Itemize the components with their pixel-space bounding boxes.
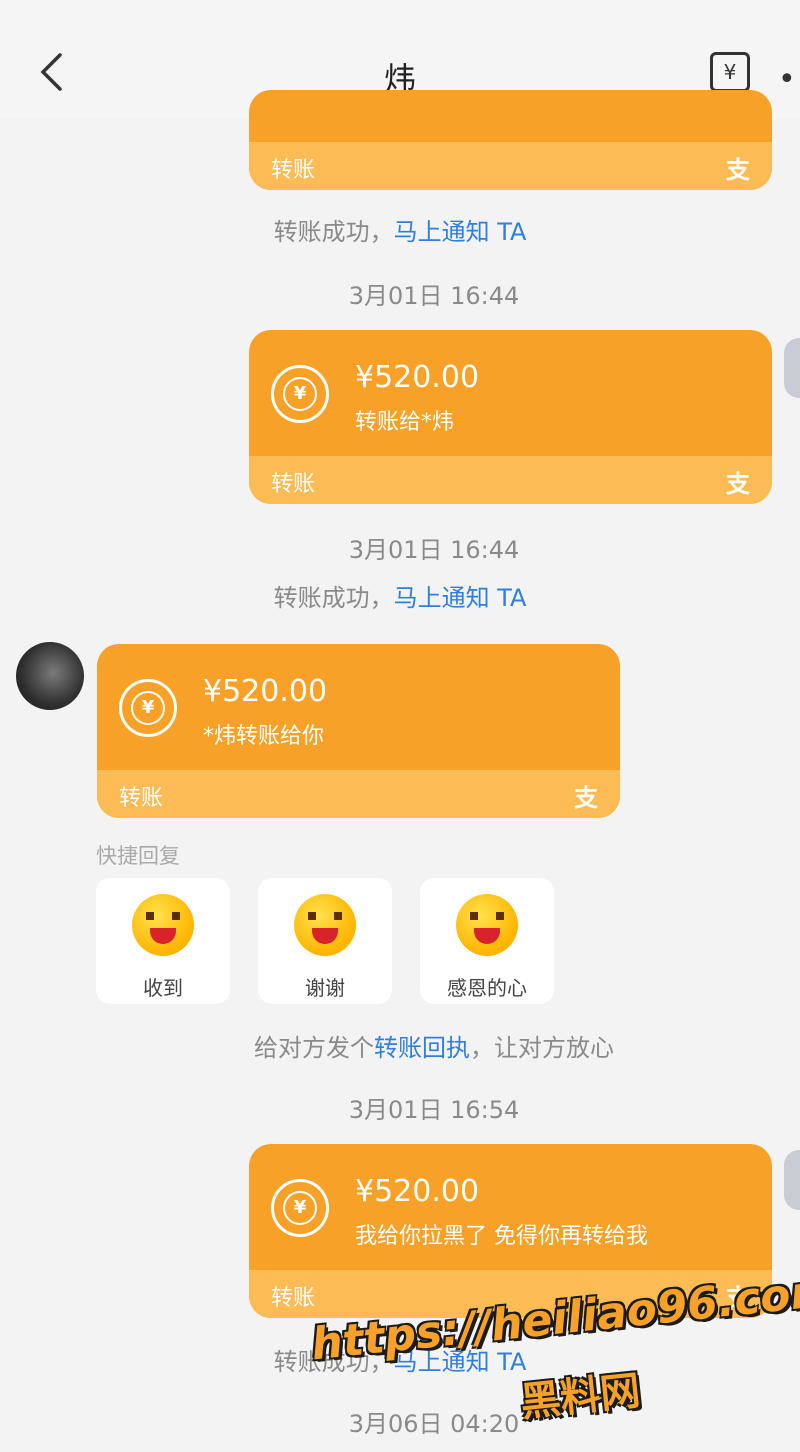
transfer-coin-icon: ¥ bbox=[119, 679, 177, 737]
bubble-footer-label: 转账 bbox=[119, 786, 164, 811]
transfer-icon[interactable]: ¥ bbox=[710, 52, 750, 92]
receipt-prefix: 给对方发个 bbox=[254, 1034, 374, 1062]
transfer-amount: ¥520.00 bbox=[355, 1174, 480, 1209]
my-avatar[interactable] bbox=[784, 338, 800, 398]
receipt-link[interactable]: 转账回执 bbox=[374, 1034, 470, 1062]
bubble-footer: 转账 支 bbox=[249, 456, 772, 504]
bubble-footer: 转账 支 bbox=[97, 770, 620, 818]
thanks-emoji-icon bbox=[294, 894, 356, 956]
receipt-suffix: ，让对方放心 bbox=[470, 1034, 614, 1062]
transfer-memo: 我给你拉黑了 免得你再转给我 bbox=[355, 1224, 648, 1249]
quick-reply-text: 收到 bbox=[143, 976, 183, 1000]
timestamp: 3月06日 04:20 bbox=[348, 1410, 520, 1438]
transfer-amount: ¥520.00 bbox=[203, 674, 328, 709]
quick-reply-text: 谢谢 bbox=[305, 976, 345, 1000]
transfer-memo: *炜转账给你 bbox=[203, 724, 325, 749]
quick-reply-grateful[interactable]: 感恩的心 bbox=[420, 878, 554, 1004]
transfer-amount: ¥520.00 bbox=[355, 360, 480, 395]
notice-text: 转账成功， bbox=[273, 584, 394, 612]
transfer-bubble-partial[interactable]: 转账 支 bbox=[249, 90, 772, 190]
alipay-icon: 支 bbox=[726, 156, 750, 184]
timestamp: 3月01日 16:44 bbox=[348, 282, 520, 310]
alipay-icon: 支 bbox=[726, 470, 750, 498]
notice-text: 转账成功， bbox=[273, 218, 394, 246]
quick-reply-label: 快捷回复 bbox=[96, 844, 180, 868]
transfer-bubble[interactable]: ¥ ¥520.00 *炜转账给你 转账 支 bbox=[97, 644, 620, 818]
bubble-footer-label: 转账 bbox=[271, 1286, 316, 1311]
transfer-success-notice: 转账成功，马上通知 TA bbox=[0, 212, 800, 247]
quick-reply-received[interactable]: 收到 bbox=[96, 878, 230, 1004]
alipay-icon: 支 bbox=[574, 784, 598, 812]
transfer-success-notice: 转账成功，马上通知 TA bbox=[0, 578, 800, 613]
timestamp: 3月01日 16:54 bbox=[348, 1096, 520, 1124]
quick-reply-thanks[interactable]: 谢谢 bbox=[258, 878, 392, 1004]
heart-emoji-icon bbox=[456, 894, 518, 956]
ok-emoji-icon bbox=[132, 894, 194, 956]
bubble-footer-label: 转账 bbox=[271, 472, 316, 497]
transfer-coin-icon: ¥ bbox=[271, 1179, 329, 1237]
receipt-hint: 给对方发个转账回执，让对方放心 bbox=[0, 1028, 800, 1063]
quick-reply-text: 感恩的心 bbox=[447, 976, 527, 1000]
notify-link[interactable]: 马上通知 TA bbox=[394, 218, 527, 246]
my-avatar[interactable] bbox=[784, 1150, 800, 1210]
transfer-memo: 转账给*炜 bbox=[355, 410, 455, 435]
transfer-bubble[interactable]: ¥ ¥520.00 转账给*炜 转账 支 bbox=[249, 330, 772, 504]
contact-avatar[interactable] bbox=[16, 642, 84, 710]
more-icon[interactable]: •• bbox=[778, 62, 800, 97]
bubble-footer-label: 转账 bbox=[271, 158, 316, 183]
notify-link[interactable]: 马上通知 TA bbox=[394, 584, 527, 612]
transfer-coin-icon: ¥ bbox=[271, 365, 329, 423]
bubble-footer: 转账 支 bbox=[249, 142, 772, 190]
timestamp: 3月01日 16:44 bbox=[348, 536, 520, 564]
